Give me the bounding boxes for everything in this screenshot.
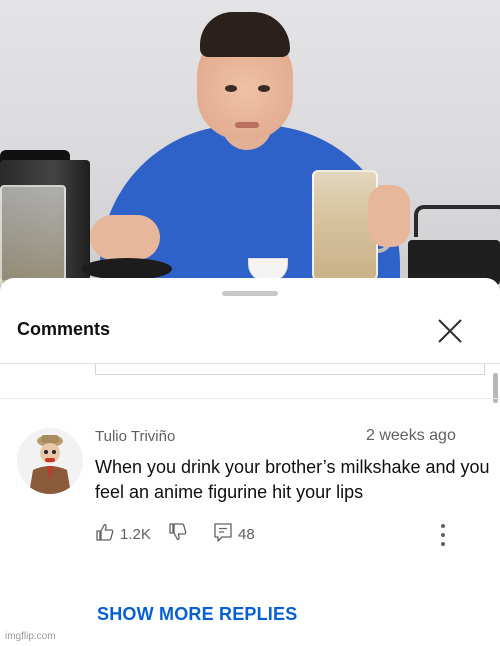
- kebab-menu-icon[interactable]: [436, 522, 450, 548]
- thumbs-down-icon[interactable]: [168, 522, 188, 542]
- person-mouth: [235, 122, 259, 128]
- puppet-avatar-icon: [17, 428, 83, 494]
- comment-text: When you drink your brother’s milkshake …: [95, 457, 490, 502]
- black-plate: [82, 258, 172, 280]
- blender-jar: [0, 185, 66, 289]
- comment-timestamp: 2 weeks ago: [366, 427, 456, 444]
- video-player[interactable]: [0, 0, 500, 290]
- thumbs-up-icon[interactable]: [95, 522, 115, 542]
- drag-handle[interactable]: [222, 291, 278, 296]
- person-right-hand: [368, 185, 410, 247]
- close-icon[interactable]: [436, 317, 464, 345]
- comments-sheet: Comments Tulio Triviño 2 weeks ago When …: [0, 278, 500, 646]
- comments-title: Comments: [17, 319, 111, 339]
- person-left-hand: [90, 215, 160, 260]
- comment-input-box[interactable]: [95, 364, 485, 375]
- show-more-replies-button[interactable]: SHOW MORE REPLIES: [97, 604, 297, 625]
- grill-handle: [414, 205, 500, 237]
- like-count: 1.2K: [120, 526, 151, 543]
- comment-divider: [0, 398, 500, 399]
- watermark: imgflip.com: [5, 631, 56, 642]
- reply-count: 48: [238, 526, 255, 543]
- avatar[interactable]: [17, 428, 83, 494]
- person-left-eye: [225, 85, 237, 92]
- reply-icon[interactable]: [213, 522, 233, 544]
- person-right-eye: [258, 85, 270, 92]
- person-hair: [200, 12, 290, 57]
- comment-author[interactable]: Tulio Triviño: [95, 428, 175, 445]
